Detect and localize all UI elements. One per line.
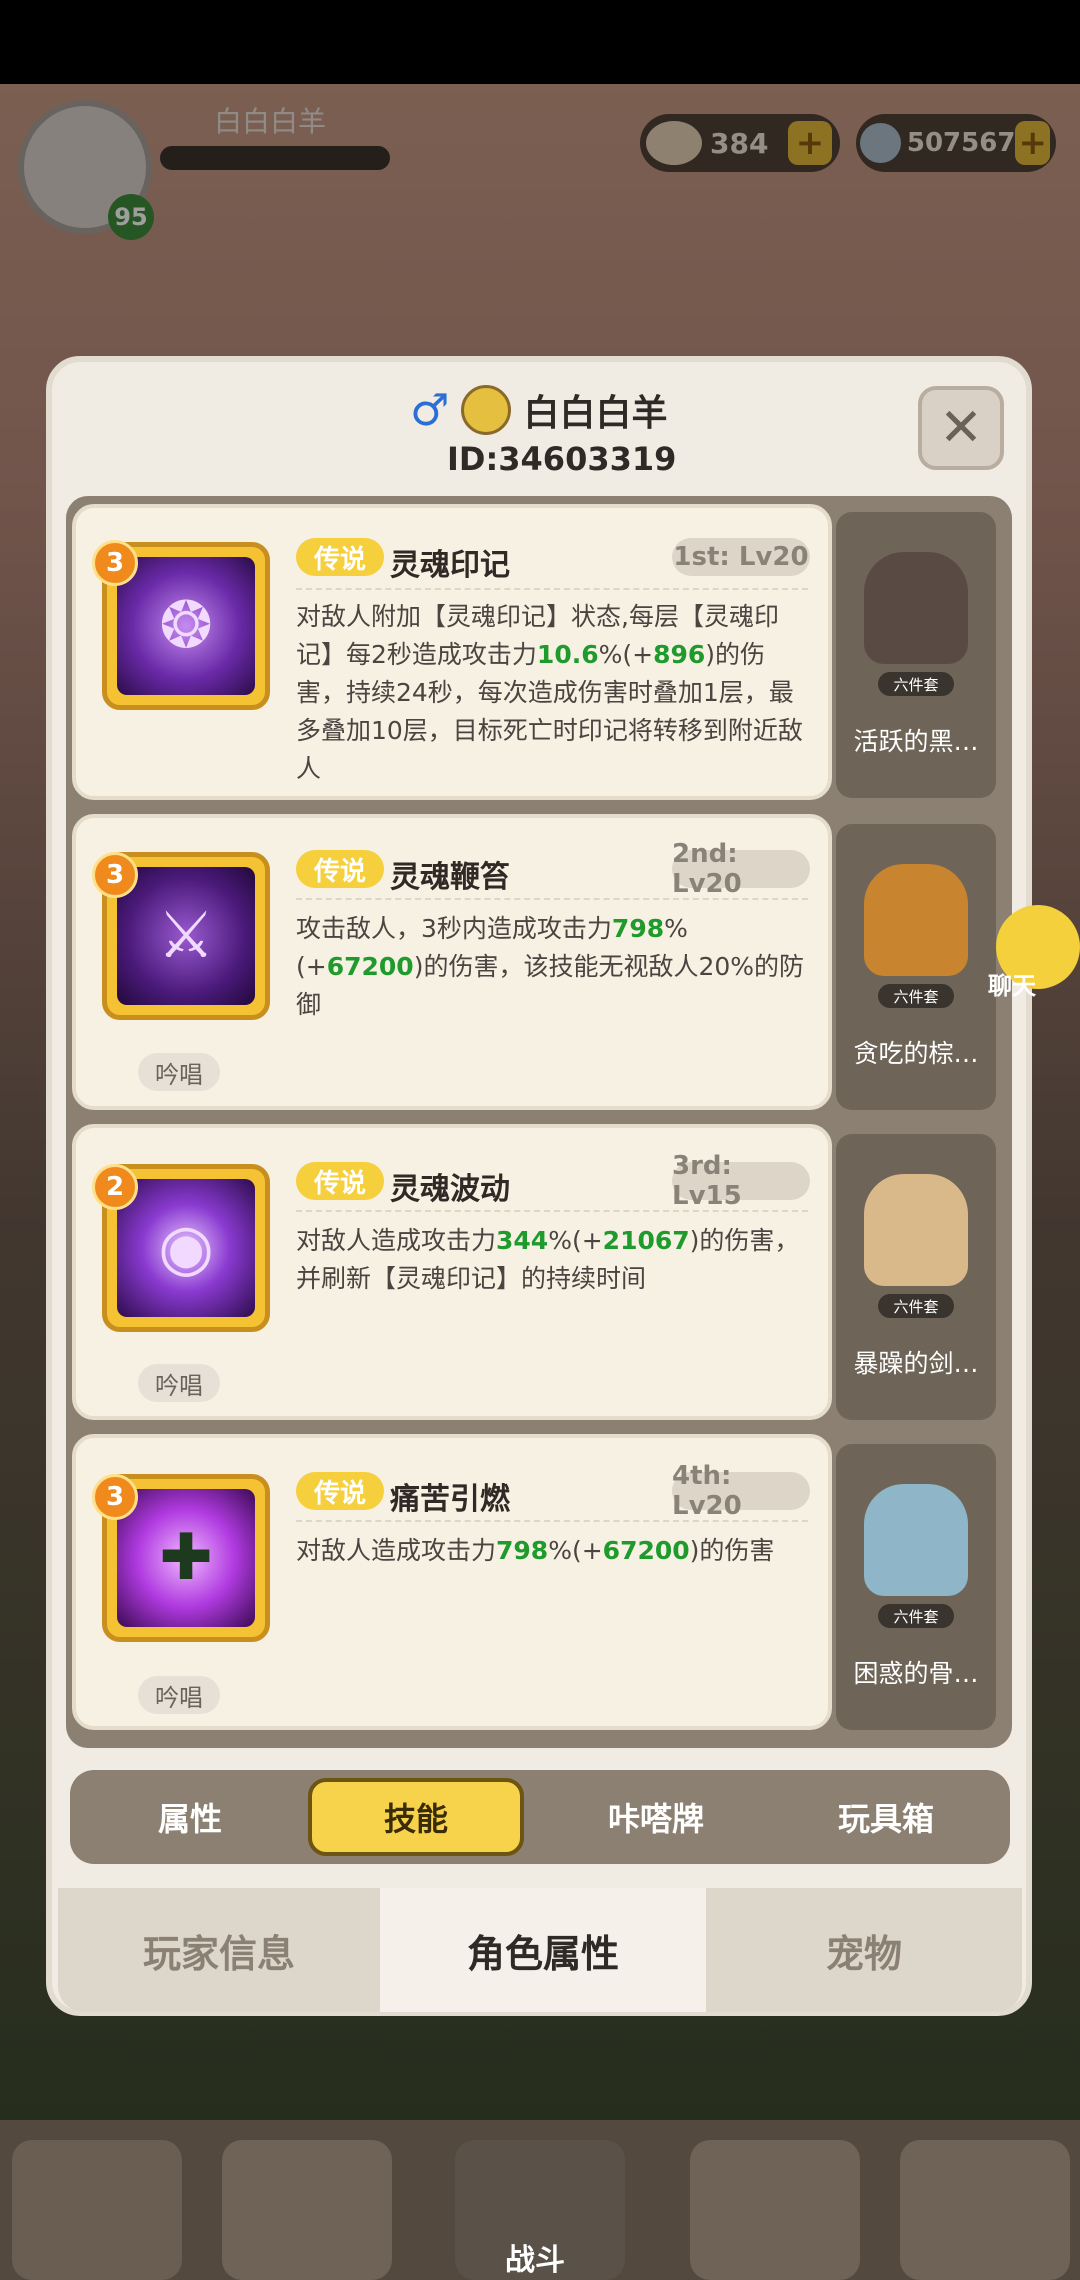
skill-4-star-badge: 3 — [92, 1474, 138, 1520]
toy-name: 活跃的黑… — [853, 727, 979, 756]
skill-2-slot: 2nd: Lv20 — [672, 839, 810, 899]
skill-3-slot: 3rd: Lv15 — [672, 1151, 810, 1211]
soul-flame-icon: ❂ — [159, 589, 213, 663]
pain-ignite-icon: ✚ — [159, 1521, 213, 1595]
skill-4-rarity: 传说 — [296, 1472, 384, 1510]
toy-figure-icon — [864, 864, 968, 976]
soul-wave-icon: ◉ — [158, 1211, 214, 1285]
toy-card-1[interactable]: 六件套 活跃的黑… — [836, 512, 996, 798]
skill-3-chant-tag: 吟唱 — [138, 1364, 220, 1402]
chat-label[interactable]: 聊天 — [988, 966, 1036, 1001]
tab-toybox[interactable]: 玩具箱 — [778, 1778, 994, 1856]
toy-card-3[interactable]: 六件套 暴躁的剑… — [836, 1134, 996, 1420]
toy-set-badge: 六件套 — [878, 984, 954, 1008]
tab-pets[interactable]: 宠物 — [706, 1888, 1022, 2012]
nav-character-1[interactable] — [12, 2140, 182, 2280]
skill-2-description: 攻击敌人，3秒内造成攻击力798%(+67200)的伤害，该技能无视敌人20%的… — [296, 914, 805, 1019]
profile-player-name: 白白白羊 — [523, 393, 668, 434]
skill-2-rarity: 传说 — [296, 850, 384, 888]
profile-player-id: ID:34603319 — [447, 440, 677, 478]
nav-battle-label: 战斗 — [505, 2243, 565, 2278]
skill-2-name: 灵魂鞭笞 — [390, 860, 510, 895]
title-emblem-icon — [461, 385, 512, 435]
toy-set-badge: 六件套 — [878, 1604, 954, 1628]
skill-2-chant-tag: 吟唱 — [138, 1053, 220, 1091]
skill-1-name: 灵魂印记 — [390, 548, 510, 583]
tab-attributes[interactable]: 属性 — [82, 1778, 298, 1856]
skill-1-slot: 1st: Lv20 — [672, 538, 810, 576]
status-bar — [0, 0, 1080, 84]
tab-character-attributes[interactable]: 角色属性 — [380, 1888, 706, 2012]
skill-3-rarity: 传说 — [296, 1162, 384, 1200]
skill-1-description: 对敌人附加【灵魂印记】状态,每层【灵魂印记】每2秒造成攻击力10.6%(+896… — [296, 602, 803, 783]
skill-4-name: 痛苦引燃 — [390, 1482, 510, 1517]
soul-whip-icon: ⚔ — [157, 899, 215, 973]
skill-1-rarity: 传说 — [296, 538, 384, 576]
skill-2-star-badge: 3 — [92, 852, 138, 898]
skill-4-chant-tag: 吟唱 — [138, 1676, 220, 1714]
skill-1-divider — [296, 588, 808, 590]
male-icon: ♂ — [410, 384, 450, 436]
skill-4-slot: 4th: Lv20 — [672, 1461, 810, 1521]
tab-cards[interactable]: 咔嗒牌 — [548, 1778, 764, 1856]
skill-4-divider — [296, 1520, 808, 1522]
toy-card-2[interactable]: 六件套 贪吃的棕… — [836, 824, 996, 1110]
skill-3-star-badge: 2 — [92, 1164, 138, 1210]
skill-3-divider — [296, 1210, 808, 1212]
close-button[interactable]: ✕ — [918, 386, 1004, 470]
toy-figure-icon — [864, 1484, 968, 1596]
skill-3-name: 灵魂波动 — [390, 1172, 510, 1207]
tab-player-info[interactable]: 玩家信息 — [58, 1888, 380, 2012]
toy-name: 暴躁的剑… — [853, 1349, 979, 1378]
skill-4-description: 对敌人造成攻击力798%(+67200)的伤害 — [296, 1536, 775, 1565]
toy-figure-icon — [864, 1174, 968, 1286]
skill-1-star-badge: 3 — [92, 540, 138, 586]
skill-3-description: 对敌人造成攻击力344%(+21067)的伤害，并刷新【灵魂印记】的持续时间 — [296, 1226, 800, 1293]
skill-2-divider — [296, 898, 808, 900]
tab-skills[interactable]: 技能 — [308, 1778, 524, 1856]
toy-name: 困惑的骨… — [853, 1659, 979, 1688]
nav-pet[interactable] — [690, 2140, 860, 2280]
nav-character-2[interactable] — [222, 2140, 392, 2280]
toy-set-badge: 六件套 — [878, 672, 954, 696]
profile-title: ♂ 白白白羊 — [410, 382, 667, 438]
nav-shop[interactable] — [900, 2140, 1070, 2280]
toy-set-badge: 六件套 — [878, 1294, 954, 1318]
toy-figure-icon — [864, 552, 968, 664]
toy-card-4[interactable]: 六件套 困惑的骨… — [836, 1444, 996, 1730]
toy-name: 贪吃的棕… — [853, 1039, 979, 1068]
